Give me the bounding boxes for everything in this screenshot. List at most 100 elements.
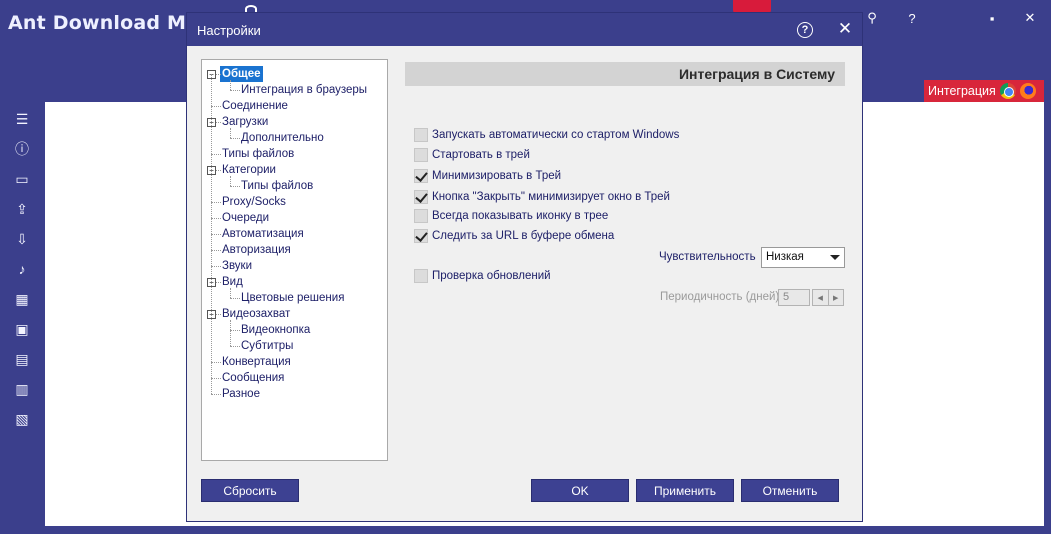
settings-dialog: Настройки ? ✕ Общее − Интеграция в браузер… — [186, 12, 863, 522]
left-rail: ☰ ⓘ ▭ ⇪ ⇩ ♪ ▦ ▣ ▤ ▥ ▧ — [0, 102, 45, 534]
folder-icon[interactable]: ▭ — [13, 170, 31, 188]
period-input[interactable]: 5 — [778, 289, 810, 306]
help-icon[interactable]: ? — [902, 8, 922, 28]
close-icon[interactable]: ✕ — [1020, 8, 1040, 28]
option-always-tray-icon[interactable]: Всегда показывать иконку в трее — [414, 208, 608, 224]
tree-connector — [211, 394, 221, 395]
tree-connector — [211, 218, 221, 219]
check-updates-checkbox[interactable] — [414, 269, 428, 283]
settings-tree[interactable]: Общее − Интеграция в браузеры Соединение Заг… — [201, 59, 388, 461]
option-check-updates[interactable]: Проверка обновлений — [414, 268, 551, 284]
dialog-help-icon[interactable]: ? — [797, 22, 813, 38]
tree-connector — [230, 90, 240, 91]
tree-connector — [230, 288, 231, 298]
always-tray-icon-label: Всегда показывать иконку в трее — [432, 210, 609, 222]
tree-connector — [211, 234, 221, 235]
autostart-checkbox[interactable] — [414, 128, 428, 142]
dialog-close-icon[interactable]: ✕ — [835, 19, 855, 39]
dialog-titlebar[interactable]: Настройки ? ✕ — [187, 13, 862, 46]
clipboard-watch-checkbox[interactable] — [414, 229, 428, 243]
tree-item[interactable]: Дополнительно — [239, 130, 326, 146]
tree-item[interactable]: Видеокнопка — [239, 322, 312, 338]
tree-connector — [211, 202, 221, 203]
chrome-icon[interactable] — [999, 83, 1016, 99]
tree-connector — [211, 266, 221, 267]
tree-item[interactable]: Вид — [220, 274, 245, 290]
tree-connector — [230, 80, 231, 90]
upload-icon[interactable]: ⇪ — [13, 200, 31, 218]
tree-connector — [230, 186, 240, 187]
tree-connector — [211, 250, 221, 251]
maximize-icon[interactable]: ▪ — [982, 8, 1002, 28]
tree-item[interactable]: Цветовые решения — [239, 290, 346, 306]
tree-item[interactable]: Proxy/Socks — [220, 194, 288, 210]
option-autostart[interactable]: Запускать автоматически со стартом Windo… — [414, 127, 679, 143]
tree-connector — [211, 154, 221, 155]
option-clipboard-watch[interactable]: Следить за URL в буфере обмена — [414, 228, 614, 244]
always-tray-icon-checkbox[interactable] — [414, 209, 428, 223]
tree-item[interactable]: Сообщения — [220, 370, 286, 386]
option-close-minimizes[interactable]: Кнопка "Закрыть" минимизирует окно в Тре… — [414, 189, 670, 205]
period-label: Периодичность (дней) — [660, 291, 780, 303]
tree-item[interactable]: Интеграция в браузеры — [239, 82, 369, 98]
tree-icon[interactable]: ☰ — [13, 110, 31, 128]
tree-connector — [211, 362, 221, 363]
tree-connector — [230, 176, 231, 186]
clipboard-watch-label: Следить за URL в буфере обмена — [432, 230, 615, 242]
firefox-icon[interactable] — [1019, 83, 1036, 99]
spin-left-icon[interactable]: ◀ — [813, 290, 829, 305]
tree-item[interactable]: Автоматизация — [220, 226, 306, 242]
audio-icon[interactable]: ♪ — [13, 260, 31, 278]
tree-connector — [230, 330, 240, 331]
integration-bar[interactable]: Интеграция — [924, 80, 1044, 102]
period-spinner[interactable]: ◀ ▶ — [812, 289, 844, 306]
start-tray-label: Стартовать в трей — [432, 149, 530, 161]
image-icon[interactable]: ▣ — [13, 320, 31, 338]
archive-icon[interactable]: ▧ — [13, 410, 31, 428]
option-minimize-tray[interactable]: Минимизировать в Трей — [414, 168, 561, 184]
download-icon[interactable]: ⇩ — [13, 230, 31, 248]
apply-button[interactable]: Применить — [636, 479, 734, 502]
minimize-tray-label: Минимизировать в Трей — [432, 170, 562, 182]
spin-right-icon[interactable]: ▶ — [829, 290, 844, 305]
tree-item[interactable]: Очереди — [220, 210, 271, 226]
tree-item[interactable]: Авторизация — [220, 242, 293, 258]
close-minimizes-checkbox[interactable] — [414, 190, 428, 204]
tree-connector — [211, 106, 221, 107]
chevron-down-icon — [830, 255, 840, 260]
tree-item[interactable]: Типы файлов — [220, 146, 296, 162]
tree-item[interactable]: Загрузки — [220, 114, 270, 130]
sensitivity-select[interactable]: Низкая — [761, 247, 845, 268]
tree-connector — [230, 346, 240, 347]
reset-button[interactable]: Сбросить — [201, 479, 299, 502]
ok-button[interactable]: OK — [531, 479, 629, 502]
option-start-tray[interactable]: Стартовать в трей — [414, 147, 530, 163]
window-icon[interactable]: ▤ — [13, 350, 31, 368]
tree-item[interactable]: Субтитры — [239, 338, 295, 354]
pin-icon[interactable]: ⚲ — [862, 8, 882, 28]
film-icon[interactable]: ▦ — [13, 290, 31, 308]
sensitivity-value: Низкая — [766, 251, 804, 263]
dialog-title: Настройки — [197, 23, 261, 38]
cancel-button[interactable]: Отменить — [741, 479, 839, 502]
document-icon[interactable]: ▥ — [13, 380, 31, 398]
tree-item[interactable]: Конвертация — [220, 354, 293, 370]
tree-item[interactable]: Общее — [220, 66, 263, 82]
tree-connector — [230, 298, 240, 299]
tree-connector — [230, 138, 240, 139]
tree-connector — [230, 320, 231, 346]
tree-item[interactable]: Звуки — [220, 258, 254, 274]
check-updates-label: Проверка обновлений — [432, 270, 551, 282]
tree-item[interactable]: Категории — [220, 162, 278, 178]
autostart-label: Запускать автоматически со стартом Windo… — [432, 129, 680, 141]
start-tray-checkbox[interactable] — [414, 148, 428, 162]
tree-item[interactable]: Соединение — [220, 98, 290, 114]
sensitivity-label: Чувствительность — [659, 251, 756, 263]
tree-connector — [211, 74, 212, 394]
tree-item[interactable]: Разное — [220, 386, 262, 402]
panel-title: Интеграция в Систему — [405, 62, 845, 86]
help-circle-icon[interactable]: ⓘ — [13, 140, 31, 158]
minimize-tray-checkbox[interactable] — [414, 169, 428, 183]
tree-item[interactable]: Типы файлов — [239, 178, 315, 194]
close-minimizes-label: Кнопка "Закрыть" минимизирует окно в Тре… — [432, 191, 670, 203]
